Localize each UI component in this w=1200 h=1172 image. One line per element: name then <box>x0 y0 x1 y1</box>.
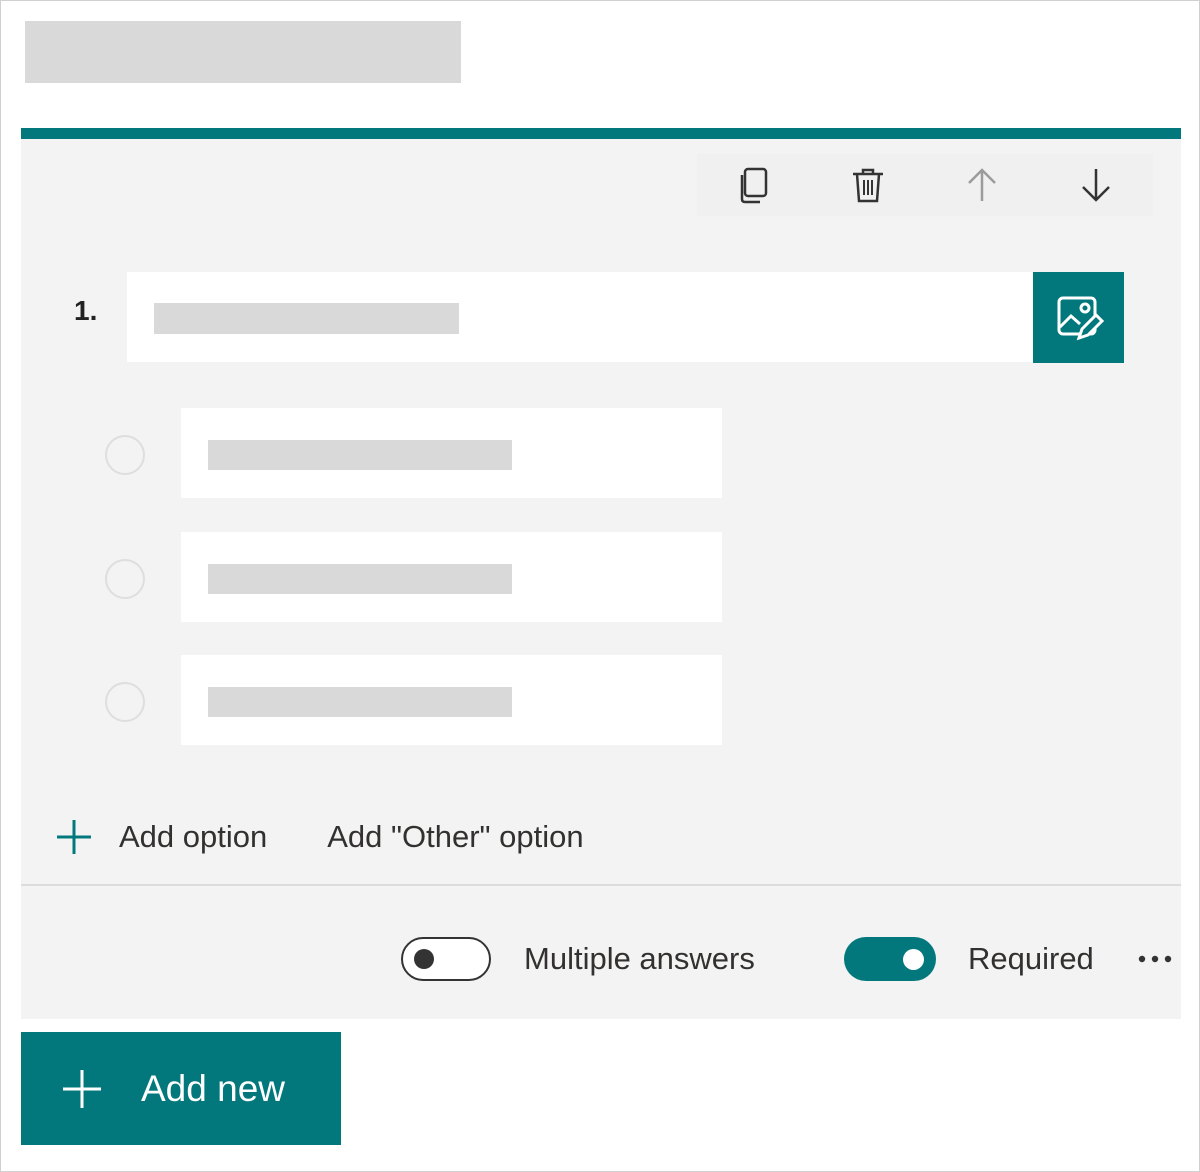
toggle-knob <box>903 949 924 970</box>
choice-option <box>105 532 725 622</box>
question-settings: Multiple answers Required <box>21 929 1181 989</box>
move-down-button[interactable] <box>1039 154 1153 216</box>
question-card[interactable]: 1. Add option Add "Other" option Multipl… <box>21 128 1181 1019</box>
image-edit-icon <box>1057 296 1104 340</box>
required-label: Required <box>968 941 1094 976</box>
choice-option <box>105 408 725 498</box>
form-editor: 1. Add option Add "Other" option Multipl… <box>0 0 1200 1172</box>
copy-icon <box>740 167 768 204</box>
move-down-icon <box>1082 169 1110 202</box>
move-up-icon <box>968 168 996 201</box>
choice-option <box>105 655 725 745</box>
multiple-answers-toggle[interactable] <box>401 937 491 981</box>
plus-icon <box>57 820 91 854</box>
add-option-row: Add option Add "Other" option <box>55 807 584 867</box>
multiple-answers-label: Multiple answers <box>524 941 755 976</box>
add-new-label: Add new <box>141 1067 285 1109</box>
toggle-knob <box>414 949 434 969</box>
question-number: 1. <box>74 295 98 326</box>
option-text-placeholder <box>208 687 512 717</box>
option-text-placeholder <box>208 440 512 470</box>
option-text-input[interactable] <box>181 408 722 498</box>
move-up-button[interactable] <box>925 154 1039 216</box>
option-text-input[interactable] <box>181 655 722 745</box>
add-other-option-button[interactable]: Add "Other" option <box>327 819 583 855</box>
option-text-input[interactable] <box>181 532 722 622</box>
plus-icon <box>63 1069 101 1108</box>
add-other-option-label: Add "Other" option <box>327 819 584 854</box>
delete-question-button[interactable] <box>811 154 925 216</box>
required-toggle[interactable] <box>844 937 936 981</box>
copy-question-button[interactable] <box>697 154 811 216</box>
divider <box>21 884 1181 886</box>
form-title-placeholder[interactable] <box>25 21 461 83</box>
add-option-label: Add option <box>119 819 268 854</box>
add-option-button[interactable]: Add option <box>55 818 267 856</box>
option-radio[interactable] <box>105 435 145 475</box>
question-title-input[interactable] <box>127 272 1033 362</box>
option-radio[interactable] <box>105 559 145 599</box>
question-toolbar <box>697 154 1153 216</box>
option-text-placeholder <box>208 564 512 594</box>
add-new-button[interactable]: Add new <box>21 1032 341 1145</box>
more-options-button[interactable] <box>1135 939 1175 979</box>
insert-media-button[interactable] <box>1033 272 1124 363</box>
delete-icon <box>853 168 883 203</box>
more-icon <box>1138 955 1172 963</box>
option-radio[interactable] <box>105 682 145 722</box>
question-title-placeholder <box>154 303 459 334</box>
